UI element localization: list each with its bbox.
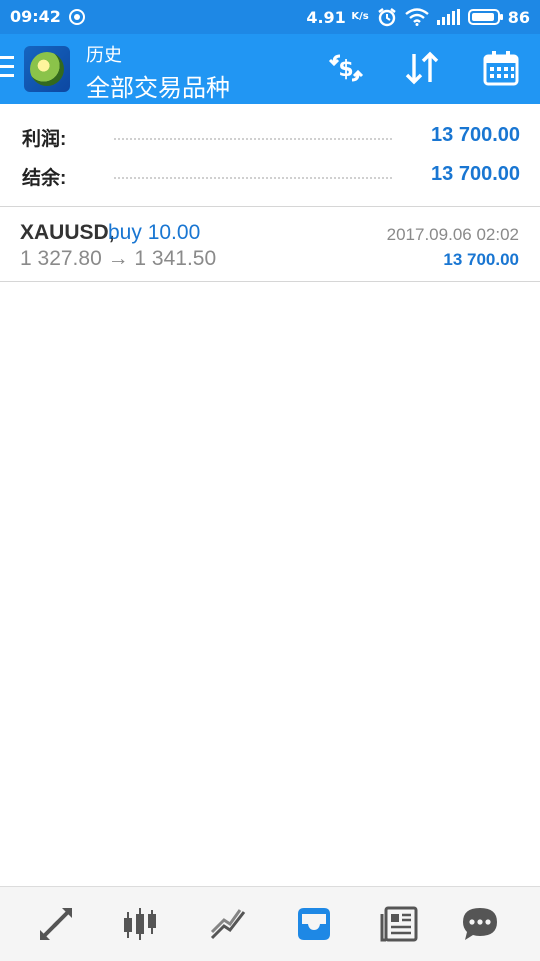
summary-panel: 利润: 13 700.00 结余: 13 700.00: [0, 104, 540, 207]
network-speed-unit: K/s: [351, 10, 369, 22]
trade-datetime: 2017.09.06 02:02: [386, 225, 519, 244]
trade-icon: [210, 909, 246, 940]
notification-icon: [68, 8, 85, 25]
balance-value: 13 700.00: [431, 163, 520, 185]
trade-prices: 1 327.80 → 1 341.50: [20, 247, 217, 270]
chat-icon: [463, 908, 497, 940]
balance-row: 结余: 13 700.00: [22, 159, 520, 189]
battery-level: 86: [507, 7, 530, 27]
network-speed: 4.91 K/s: [306, 8, 368, 27]
status-time: 09:42: [10, 7, 61, 26]
wifi-icon: [404, 8, 429, 26]
nav-quotes[interactable]: [32, 901, 80, 947]
signal-icon: [436, 9, 460, 25]
history-icon: [298, 908, 330, 940]
network-speed-value: 4.91: [306, 7, 346, 27]
battery-icon: [467, 9, 503, 25]
trade-profit: 13 700.00: [443, 250, 519, 269]
profit-label: 利润:: [22, 129, 67, 150]
balance-label: 结余:: [22, 168, 67, 189]
trade-row[interactable]: XAUUSD, buy 10.00 1 327.80 → 1 341.50 20…: [0, 207, 540, 282]
bottom-nav: [0, 886, 540, 961]
page-title: 历史: [86, 45, 122, 65]
nav-history[interactable]: [290, 901, 338, 947]
nav-chart[interactable]: [116, 901, 164, 947]
trade-side: buy 10.00: [108, 221, 201, 244]
chart-icon: [124, 908, 156, 940]
profit-value: 13 700.00: [431, 124, 520, 146]
alarm-icon: [378, 8, 396, 27]
app-logo[interactable]: [24, 46, 70, 92]
svg-text:$: $: [338, 57, 353, 82]
nav-news[interactable]: [376, 901, 424, 947]
nav-chat[interactable]: [456, 901, 504, 947]
app-bar: 历史 全部交易品种 $: [0, 34, 540, 104]
currency-exchange-icon[interactable]: $: [326, 48, 366, 88]
status-bar: 09:42 4.91 K/s 86: [0, 0, 540, 34]
nav-trade[interactable]: [204, 901, 252, 947]
menu-icon[interactable]: [0, 56, 14, 80]
news-icon: [380, 906, 418, 942]
symbol-filter[interactable]: 全部交易品种: [86, 68, 230, 103]
dotted-leader: [114, 177, 392, 179]
dotted-leader: [114, 138, 392, 140]
trade-symbol: XAUUSD,: [20, 221, 115, 244]
calendar-icon[interactable]: [481, 48, 521, 88]
profit-row: 利润: 13 700.00: [22, 120, 520, 150]
quotes-icon: [40, 908, 72, 940]
sort-icon[interactable]: [402, 48, 442, 88]
